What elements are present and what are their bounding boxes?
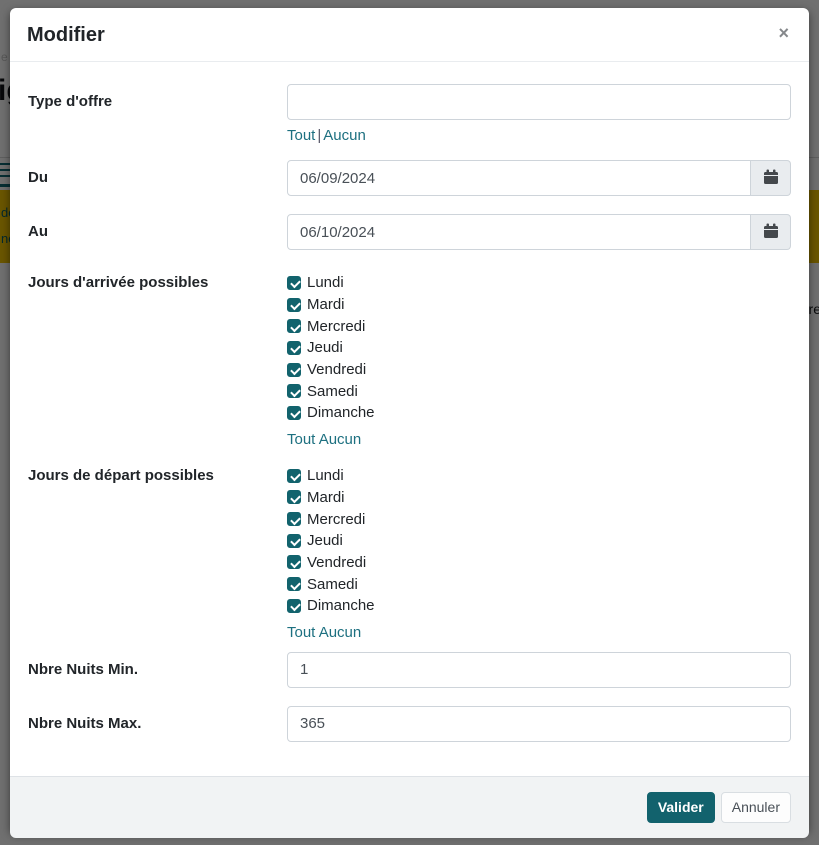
day-checkbox-label: Dimanche [307, 597, 375, 614]
day-checkbox-row: Mardi [287, 487, 791, 509]
select-all-link[interactable]: Tout [287, 624, 315, 641]
day-checkbox-label: Samedi [307, 383, 358, 400]
day-checkbox-label: Vendredi [307, 554, 366, 571]
day-checkbox-label: Mardi [307, 489, 345, 506]
edit-offer-modal: Modifier × Type d'offre Tout|Aucun Du [10, 8, 809, 832]
day-checkbox-row: Jeudi [287, 530, 791, 552]
select-all-link[interactable]: Tout [287, 431, 315, 448]
modal-title: Modifier [27, 21, 791, 49]
max-nights-row: Nbre Nuits Max. [28, 706, 791, 742]
offer-type-label: Type d'offre [28, 84, 287, 147]
day-checkbox-row: Samedi [287, 573, 791, 595]
arrival-days-label: Jours d'arrivée possibles [28, 272, 287, 451]
day-checkbox-row: Mercredi [287, 315, 791, 337]
close-icon[interactable]: × [778, 24, 789, 42]
date-from-row: Du [28, 160, 791, 196]
arrival-days-list: Lundi Mardi Mercredi [287, 272, 791, 424]
day-checkbox-row: Jeudi [287, 337, 791, 359]
offer-type-input[interactable] [287, 84, 791, 120]
day-checkbox[interactable] [287, 512, 301, 526]
offer-type-links: Tout|Aucun [287, 125, 791, 147]
max-nights-label: Nbre Nuits Max. [28, 706, 287, 742]
min-nights-input[interactable] [287, 652, 791, 688]
day-checkbox-row: Mardi [287, 294, 791, 316]
day-checkbox-label: Samedi [307, 576, 358, 593]
day-checkbox-label: Jeudi [307, 532, 343, 549]
day-checkbox-row: Lundi [287, 272, 791, 294]
calendar-icon [763, 169, 779, 188]
day-checkbox-row: Dimanche [287, 595, 791, 617]
cancel-button[interactable]: Annuler [721, 792, 791, 823]
min-nights-row: Nbre Nuits Min. [28, 652, 791, 688]
day-checkbox-row: Vendredi [287, 359, 791, 381]
date-from-calendar-button[interactable] [751, 160, 791, 196]
day-checkbox[interactable] [287, 555, 301, 569]
date-from-label: Du [28, 160, 287, 196]
select-none-link[interactable]: Aucun [319, 624, 362, 641]
day-checkbox[interactable] [287, 384, 301, 398]
day-checkbox-label: Lundi [307, 467, 344, 484]
day-checkbox[interactable] [287, 534, 301, 548]
modal-body: Type d'offre Tout|Aucun Du [10, 62, 809, 742]
departure-days-list: Lundi Mardi Mercredi [287, 465, 791, 617]
day-checkbox-label: Dimanche [307, 404, 375, 421]
day-checkbox[interactable] [287, 490, 301, 504]
validate-button[interactable]: Valider [647, 792, 715, 823]
day-checkbox[interactable] [287, 319, 301, 333]
arrival-days-row: Jours d'arrivée possibles Lundi Mardi [28, 272, 791, 451]
day-checkbox-row: Lundi [287, 465, 791, 487]
departure-days-links: Tout Aucun [287, 622, 791, 644]
select-all-link[interactable]: Tout [287, 127, 315, 144]
modal-footer: Valider Annuler [10, 776, 809, 838]
day-checkbox[interactable] [287, 577, 301, 591]
departure-days-label: Jours de départ possibles [28, 465, 287, 644]
calendar-icon [763, 223, 779, 242]
date-to-calendar-button[interactable] [751, 214, 791, 250]
arrival-days-links: Tout Aucun [287, 429, 791, 451]
day-checkbox-row: Dimanche [287, 402, 791, 424]
day-checkbox[interactable] [287, 406, 301, 420]
date-to-row: Au [28, 214, 791, 250]
day-checkbox[interactable] [287, 599, 301, 613]
date-to-label: Au [28, 214, 287, 250]
offer-type-row: Type d'offre Tout|Aucun [28, 84, 791, 147]
day-checkbox-label: Vendredi [307, 361, 366, 378]
day-checkbox[interactable] [287, 469, 301, 483]
day-checkbox-label: Jeudi [307, 339, 343, 356]
day-checkbox[interactable] [287, 341, 301, 355]
day-checkbox-row: Vendredi [287, 552, 791, 574]
day-checkbox[interactable] [287, 298, 301, 312]
date-to-input[interactable] [287, 214, 751, 250]
max-nights-input[interactable] [287, 706, 791, 742]
date-from-input[interactable] [287, 160, 751, 196]
day-checkbox[interactable] [287, 363, 301, 377]
day-checkbox-row: Mercredi [287, 508, 791, 530]
select-none-link[interactable]: Aucun [323, 127, 366, 144]
select-none-link[interactable]: Aucun [319, 431, 362, 448]
day-checkbox-label: Lundi [307, 274, 344, 291]
day-checkbox[interactable] [287, 276, 301, 290]
day-checkbox-label: Mercredi [307, 318, 365, 335]
day-checkbox-label: Mardi [307, 296, 345, 313]
min-nights-label: Nbre Nuits Min. [28, 652, 287, 688]
day-checkbox-label: Mercredi [307, 511, 365, 528]
modal-header: Modifier × [10, 8, 809, 62]
day-checkbox-row: Samedi [287, 380, 791, 402]
departure-days-row: Jours de départ possibles Lundi Mardi [28, 465, 791, 644]
